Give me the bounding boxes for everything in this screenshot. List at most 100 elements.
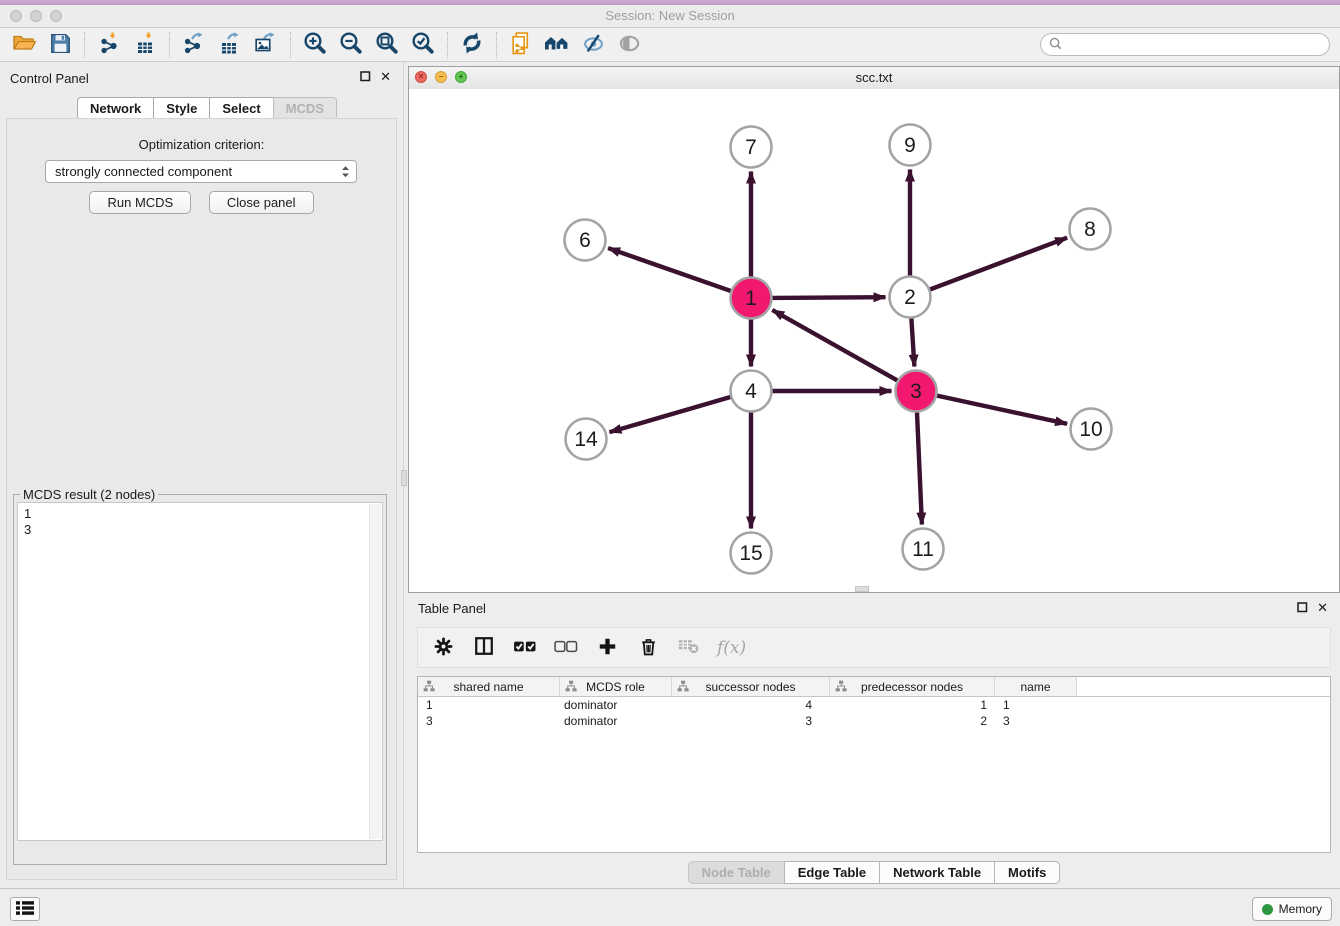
graph-node-label: 1 [745, 287, 757, 310]
import-network-button[interactable] [91, 30, 127, 60]
show-hidden-button[interactable] [611, 30, 647, 60]
tab-network-table[interactable]: Network Table [879, 861, 995, 884]
table-cell: 1 [995, 698, 1077, 712]
column-label: name [1020, 680, 1050, 694]
memory-status-icon [1262, 904, 1273, 915]
column-header-successor-nodes[interactable]: successor nodes [672, 677, 830, 696]
zoom-fit-button[interactable] [369, 30, 405, 60]
hide-selected-button[interactable] [575, 30, 611, 60]
tab-edge-table[interactable]: Edge Table [784, 861, 880, 884]
graph-node-label: 6 [579, 229, 591, 252]
show-hidden-icon [618, 33, 641, 57]
delete-table-button[interactable] [676, 638, 702, 657]
vertical-splitter-handle[interactable] [401, 470, 407, 486]
table-cell: dominator [560, 698, 672, 712]
function-builder-button[interactable]: f(x) [717, 638, 746, 658]
graph-edge-2-8[interactable] [930, 238, 1067, 290]
network-window-title: scc.txt [856, 70, 893, 85]
zoom-out-button[interactable] [333, 30, 369, 60]
delete-row-button[interactable] [635, 637, 661, 659]
export-network-button[interactable] [176, 30, 212, 60]
graph-edge-1-6[interactable] [608, 248, 731, 291]
import-table-button[interactable] [127, 30, 163, 60]
float-icon[interactable] [1297, 602, 1308, 613]
function-builder-icon: f(x) [717, 638, 746, 658]
optimization-select[interactable]: strongly connected component [45, 160, 357, 183]
table-row[interactable]: 3dominator323 [418, 713, 1330, 729]
graph-edge-3-1[interactable] [772, 310, 897, 380]
first-neighbors-icon [544, 33, 570, 57]
table-cell: dominator [560, 714, 672, 728]
table-cell: 3 [995, 714, 1077, 728]
export-image-icon [254, 32, 278, 57]
run-mcds-button[interactable]: Run MCDS [89, 191, 191, 214]
main-toolbar [0, 28, 1340, 62]
column-header-name[interactable]: name [995, 677, 1077, 696]
graph-edge-2-3[interactable] [911, 319, 914, 367]
save-session-button[interactable] [42, 30, 78, 60]
table-row[interactable]: 1dominator411 [418, 697, 1330, 713]
graph-node-label: 7 [745, 136, 757, 159]
tab-node-table[interactable]: Node Table [688, 861, 785, 884]
graph-edge-3-10[interactable] [937, 396, 1067, 424]
control-panel-buttons: ✕ [360, 70, 391, 83]
float-icon[interactable] [360, 71, 371, 82]
table-cell: 3 [672, 714, 830, 728]
column-label: MCDS role [586, 680, 645, 694]
column-header-shared-name[interactable]: shared name [418, 677, 560, 696]
deselect-all-button[interactable] [553, 639, 579, 657]
result-scrollbar[interactable] [369, 504, 381, 839]
column-header-filler [1077, 677, 1330, 696]
export-image-button[interactable] [248, 30, 284, 60]
select-all-button[interactable] [512, 639, 538, 657]
zoom-in-icon [303, 31, 327, 58]
graph-edge-1-2[interactable] [773, 297, 886, 298]
add-row-icon [598, 637, 617, 659]
tab-network[interactable]: Network [77, 97, 154, 120]
tab-select[interactable]: Select [209, 97, 273, 120]
search-input[interactable] [1067, 36, 1321, 53]
open-session-button[interactable] [6, 30, 42, 60]
split-view-button[interactable] [471, 636, 497, 659]
export-table-button[interactable] [212, 30, 248, 60]
graph-edge-3-11[interactable] [917, 413, 922, 525]
graph[interactable]: 7968124314101511 [409, 89, 1339, 592]
zoom-in-button[interactable] [297, 30, 333, 60]
mcds-result-box[interactable]: 13 [17, 502, 383, 841]
column-header-mcds-role[interactable]: MCDS role [560, 677, 672, 696]
open-session-icon [12, 33, 37, 56]
network-window-titlebar[interactable]: ✕ − + scc.txt [409, 67, 1339, 90]
task-history-button[interactable] [10, 897, 40, 921]
memory-button[interactable]: Memory [1252, 897, 1332, 921]
tab-mcds[interactable]: MCDS [273, 97, 337, 120]
tab-style[interactable]: Style [153, 97, 210, 120]
horizontal-splitter-handle[interactable] [855, 586, 869, 592]
mcds-panel: Optimization criterion: strongly connect… [6, 118, 397, 880]
table-cell: 1 [418, 698, 560, 712]
graph-edge-4-14[interactable] [610, 397, 731, 432]
network-close-button[interactable]: ✕ [415, 71, 427, 83]
new-network-from-selection-button[interactable] [503, 30, 539, 60]
add-row-button[interactable] [594, 637, 620, 659]
apply-layout-button[interactable] [454, 30, 490, 60]
close-icon[interactable]: ✕ [1317, 601, 1328, 614]
network-canvas[interactable]: 7968124314101511 [409, 89, 1339, 592]
save-session-icon [50, 33, 71, 57]
zoom-selected-button[interactable] [405, 30, 441, 60]
network-maximize-button[interactable]: + [455, 71, 467, 83]
delete-row-icon [640, 637, 657, 659]
list-icon [15, 900, 35, 919]
close-panel-button[interactable]: Close panel [209, 191, 314, 214]
control-panel: Control Panel ✕ NetworkStyleSelectMCDS O… [0, 62, 404, 888]
table-settings-button[interactable] [430, 637, 456, 659]
tab-motifs[interactable]: Motifs [994, 861, 1060, 884]
first-neighbors-button[interactable] [539, 30, 575, 60]
table-cell: 3 [418, 714, 560, 728]
column-header-predecessor-nodes[interactable]: predecessor nodes [830, 677, 995, 696]
table-tabs: Node TableEdge TableNetwork TableMotifs [408, 861, 1340, 884]
import-table-icon [134, 32, 156, 58]
close-icon[interactable]: ✕ [380, 70, 391, 83]
application-window: Session: New Session Control Panel ✕ Net… [0, 0, 1340, 926]
network-minimize-button[interactable]: − [435, 71, 447, 83]
search-box[interactable] [1040, 33, 1330, 56]
